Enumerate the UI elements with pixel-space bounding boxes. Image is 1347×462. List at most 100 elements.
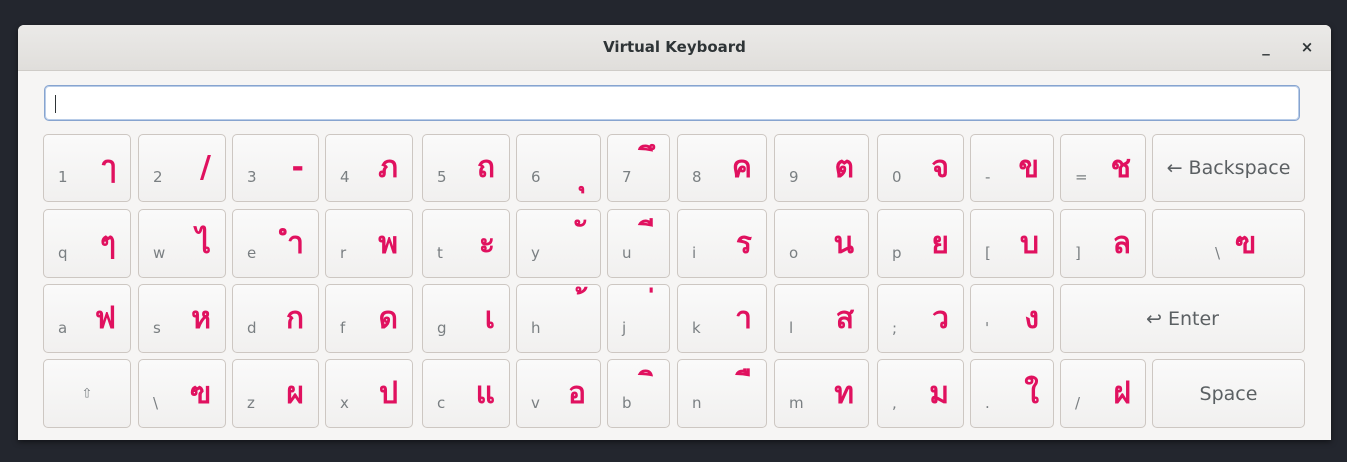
key-s[interactable]: s ห xyxy=(138,284,226,353)
key-latin-label: . xyxy=(985,394,990,412)
key-slash[interactable]: / ฝ xyxy=(1060,359,1146,428)
key-r[interactable]: r พ xyxy=(325,209,413,278)
space-key[interactable]: Space xyxy=(1152,359,1305,428)
key-8[interactable]: 8 ค xyxy=(677,134,767,202)
key-latin-label: j xyxy=(622,319,627,337)
key-thai-label: ท xyxy=(834,375,854,411)
enter-key[interactable]: ↩ Enter xyxy=(1060,284,1305,353)
key-comma[interactable]: , ม xyxy=(877,359,964,428)
key-latin-label: l xyxy=(789,319,794,337)
key-latin-label: ; xyxy=(892,319,898,337)
key-latin-label: 3 xyxy=(247,168,257,186)
key-latin-label: 8 xyxy=(692,168,702,186)
minimize-button[interactable]: _ xyxy=(1251,25,1281,70)
key-0[interactable]: 0 จ xyxy=(877,134,964,202)
close-button[interactable]: × xyxy=(1292,25,1322,70)
shift-key[interactable]: ⇧ xyxy=(43,359,131,428)
key-t[interactable]: t ะ xyxy=(422,209,510,278)
key-i[interactable]: i ร xyxy=(677,209,767,278)
key-k[interactable]: k า xyxy=(677,284,767,353)
key-latin-label: r xyxy=(340,244,347,262)
key-latin-label: \ xyxy=(1215,244,1221,262)
key-right-bracket[interactable]: ] ล xyxy=(1060,209,1146,278)
space-label: Space xyxy=(1199,382,1258,405)
key-latin-label: n xyxy=(692,394,702,412)
key-5[interactable]: 5 ถ xyxy=(422,134,510,202)
key-latin-label: s xyxy=(153,319,161,337)
key-minus[interactable]: - ข xyxy=(970,134,1054,202)
key-x[interactable]: x ป xyxy=(325,359,413,428)
key-2[interactable]: 2 / xyxy=(138,134,226,202)
key-y[interactable]: y ั xyxy=(516,209,601,278)
key-left-bracket[interactable]: [ บ xyxy=(970,209,1054,278)
key-o[interactable]: o น xyxy=(774,209,869,278)
key-z[interactable]: z ผ xyxy=(232,359,319,428)
key-m[interactable]: m ท xyxy=(774,359,869,428)
key-thai-label: ด xyxy=(378,300,398,336)
key-h[interactable]: h ้ xyxy=(516,284,601,353)
key-thai-label: ใ xyxy=(1024,375,1039,411)
key-6[interactable]: 6 ุ xyxy=(516,134,601,202)
key-latin-label: ] xyxy=(1075,244,1081,262)
key-equals[interactable]: = ช xyxy=(1060,134,1146,202)
key-latin-label: 7 xyxy=(622,168,632,186)
key-latin-label: 4 xyxy=(340,168,350,186)
virtual-keyboard-window: Virtual Keyboard _ × 1 ๅ 2 / 3 - 4 ภ 5 ถ… xyxy=(18,25,1331,440)
key-9[interactable]: 9 ต xyxy=(774,134,869,202)
key-latin-label: d xyxy=(247,319,257,337)
key-thai-label: ภ xyxy=(378,150,398,185)
key-latin-label: 1 xyxy=(58,168,68,186)
key-latin-label: 2 xyxy=(153,168,163,186)
key-thai-label: บ xyxy=(1019,225,1039,261)
key-thai-label: ะ xyxy=(478,225,495,261)
key-thai-label: ห xyxy=(191,300,211,336)
key-4[interactable]: 4 ภ xyxy=(325,134,413,202)
key-latin-label: w xyxy=(153,244,166,262)
key-g[interactable]: g เ xyxy=(422,284,510,353)
key-latin-label: u xyxy=(622,244,632,262)
key-latin-label: 9 xyxy=(789,168,799,186)
key-latin-label: p xyxy=(892,244,902,262)
key-w[interactable]: w ไ xyxy=(138,209,226,278)
window-title: Virtual Keyboard xyxy=(603,38,746,56)
key-latin-label: o xyxy=(789,244,799,262)
text-entry[interactable] xyxy=(44,85,1300,121)
key-7[interactable]: 7 ึ xyxy=(607,134,670,202)
key-e[interactable]: e ำ xyxy=(232,209,319,278)
enter-label: ↩ Enter xyxy=(1146,307,1219,330)
shift-icon: ⇧ xyxy=(81,386,93,401)
key-3[interactable]: 3 - xyxy=(232,134,319,202)
key-j[interactable]: j ่ xyxy=(607,284,670,353)
key-d[interactable]: d ก xyxy=(232,284,319,353)
key-l[interactable]: l ส xyxy=(774,284,869,353)
key-1[interactable]: 1 ๅ xyxy=(43,134,131,202)
key-latin-label: [ xyxy=(985,244,991,262)
key-c[interactable]: c แ xyxy=(422,359,510,428)
key-backslash[interactable]: \ ฃ xyxy=(1152,209,1305,278)
key-q[interactable]: q ๆ xyxy=(43,209,131,278)
key-latin-label: y xyxy=(531,244,540,262)
key-semicolon[interactable]: ; ว xyxy=(877,284,964,353)
key-f[interactable]: f ด xyxy=(325,284,413,353)
title-bar[interactable]: Virtual Keyboard _ × xyxy=(18,25,1331,71)
key-latin-label: x xyxy=(340,394,349,412)
key-thai-label: ถ xyxy=(476,150,495,185)
backspace-key[interactable]: ← Backspace xyxy=(1152,134,1305,202)
key-b[interactable]: b ิ xyxy=(607,359,670,428)
key-a[interactable]: a ฟ xyxy=(43,284,131,353)
key-period[interactable]: . ใ xyxy=(970,359,1054,428)
key-thai-label: ป xyxy=(378,375,398,411)
key-thai-label: ค xyxy=(731,150,752,185)
key-latin-label: v xyxy=(531,394,540,412)
key-apostrophe[interactable]: ' ง xyxy=(970,284,1054,353)
key-thai-label: ย xyxy=(931,225,949,261)
key-thai-label: - xyxy=(291,150,304,185)
key-backslash-lower[interactable]: \ ฃ xyxy=(138,359,226,428)
key-latin-label: t xyxy=(437,244,443,262)
key-u[interactable]: u ี xyxy=(607,209,670,278)
key-thai-label: ก xyxy=(285,300,304,336)
key-n[interactable]: n ื xyxy=(677,359,767,428)
key-p[interactable]: p ย xyxy=(877,209,964,278)
key-thai-label: ฃ xyxy=(189,375,211,411)
key-v[interactable]: v อ xyxy=(516,359,601,428)
